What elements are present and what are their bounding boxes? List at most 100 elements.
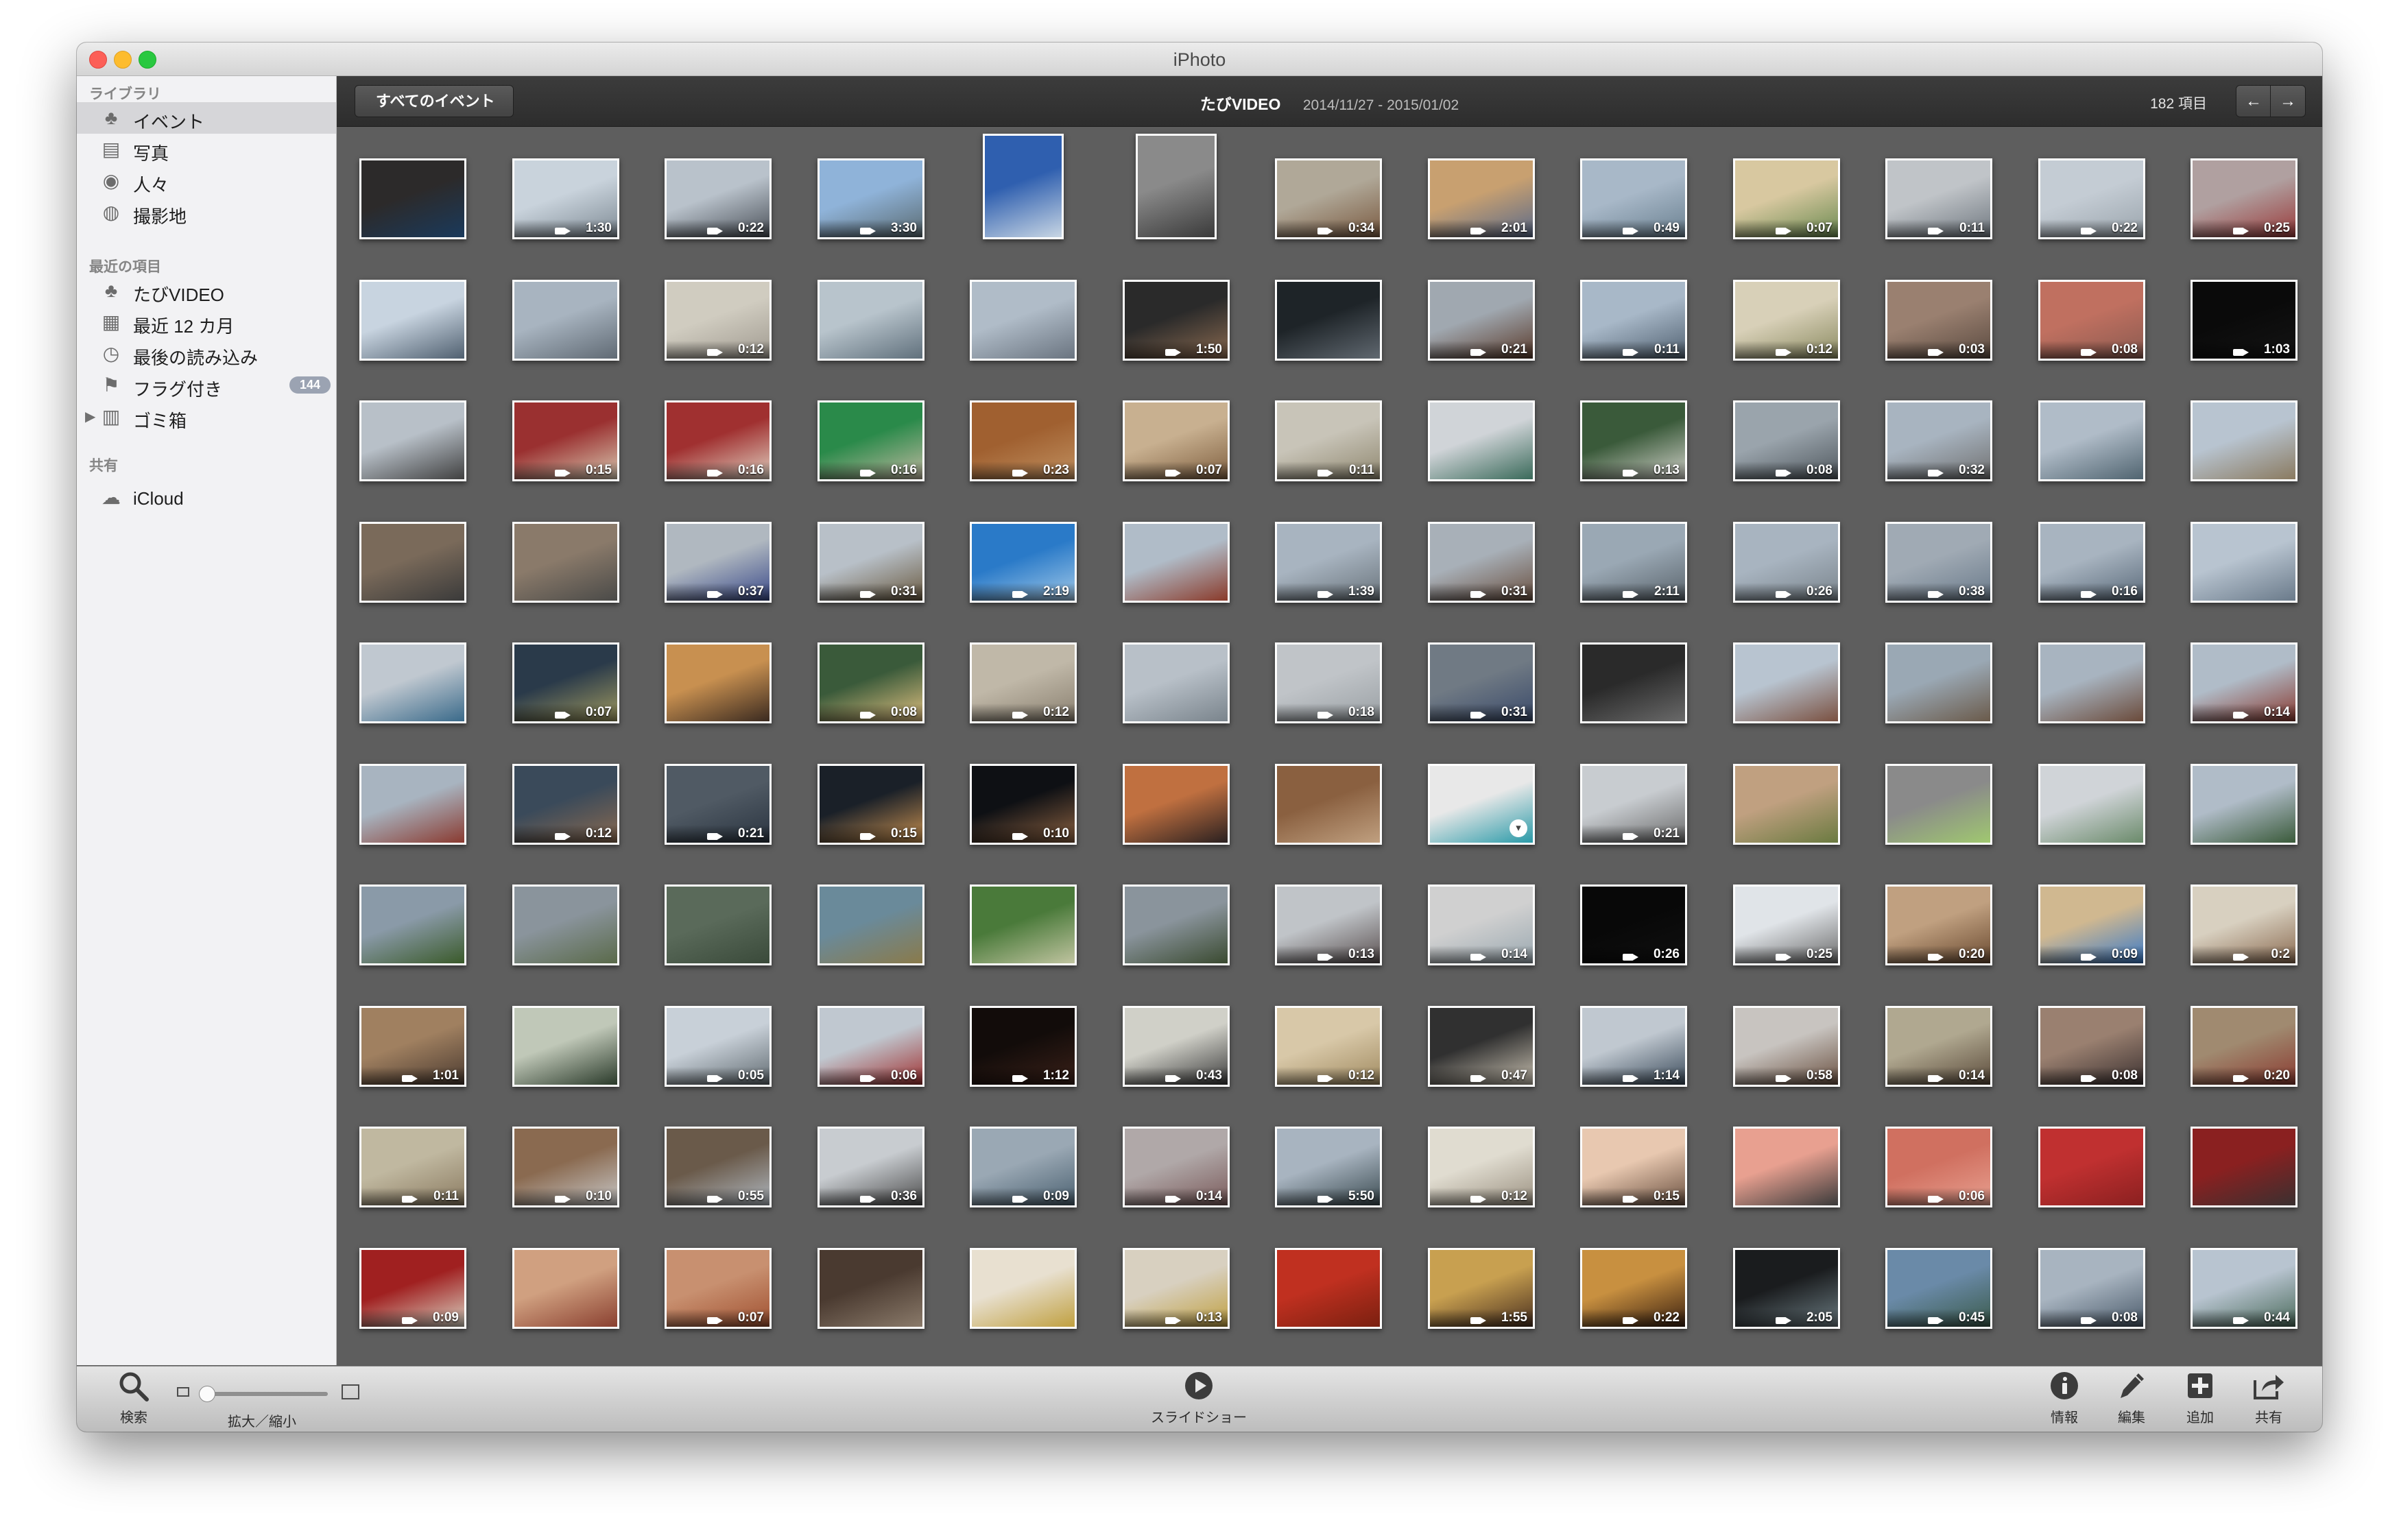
sidebar-item[interactable]: ◷ 最後の読み込み bbox=[77, 338, 336, 370]
photo-thumbnail[interactable] bbox=[359, 280, 466, 361]
video-thumbnail[interactable]: 0:12 bbox=[1275, 1006, 1382, 1087]
video-thumbnail[interactable]: 0:43 bbox=[1123, 1006, 1230, 1087]
video-thumbnail[interactable]: 0:08 bbox=[2038, 280, 2145, 361]
photo-thumbnail[interactable] bbox=[359, 158, 466, 239]
photo-thumbnail[interactable] bbox=[1123, 885, 1230, 965]
video-thumbnail[interactable]: 1:50 bbox=[1123, 280, 1230, 361]
video-thumbnail[interactable]: 0:14 bbox=[1123, 1127, 1230, 1207]
video-thumbnail[interactable]: 2:01 bbox=[1428, 158, 1535, 239]
video-thumbnail[interactable]: 1:39 bbox=[1275, 522, 1382, 603]
photo-thumbnail[interactable] bbox=[1885, 642, 1992, 723]
video-thumbnail[interactable]: 0:13 bbox=[1580, 400, 1687, 481]
video-thumbnail[interactable]: 0:47 bbox=[1428, 1006, 1535, 1087]
video-thumbnail[interactable]: 0:08 bbox=[2038, 1006, 2145, 1087]
video-thumbnail[interactable]: 0:2 bbox=[2191, 885, 2297, 965]
video-thumbnail[interactable]: 0:16 bbox=[665, 400, 772, 481]
video-thumbnail[interactable]: 0:11 bbox=[359, 1127, 466, 1207]
sidebar-item[interactable]: ▶ ▥ ゴミ箱 bbox=[77, 401, 336, 433]
video-thumbnail[interactable]: 0:21 bbox=[1580, 764, 1687, 845]
video-thumbnail[interactable]: 0:20 bbox=[1885, 885, 1992, 965]
video-thumbnail[interactable]: 0:49 bbox=[1580, 158, 1687, 239]
photo-thumbnail[interactable] bbox=[1733, 642, 1840, 723]
zoom-slider-knob[interactable] bbox=[199, 1386, 215, 1402]
video-thumbnail[interactable]: 2:11 bbox=[1580, 522, 1687, 603]
video-thumbnail[interactable]: 0:08 bbox=[2038, 1248, 2145, 1329]
photo-thumbnail[interactable] bbox=[1428, 400, 1535, 481]
video-thumbnail[interactable]: 0:07 bbox=[1733, 158, 1840, 239]
video-thumbnail[interactable]: 0:15 bbox=[1580, 1127, 1687, 1207]
search-button[interactable]: 検索 bbox=[104, 1371, 163, 1426]
video-thumbnail[interactable]: 0:08 bbox=[1733, 400, 1840, 481]
video-thumbnail[interactable]: 0:14 bbox=[1885, 1006, 1992, 1087]
photo-thumbnail[interactable] bbox=[1275, 764, 1382, 845]
photo-thumbnail[interactable] bbox=[665, 885, 772, 965]
video-thumbnail[interactable]: 0:03 bbox=[1885, 280, 1992, 361]
video-thumbnail[interactable]: 0:22 bbox=[1580, 1248, 1687, 1329]
slideshow-button[interactable]: スライドショー bbox=[1144, 1371, 1254, 1426]
photo-thumbnail[interactable] bbox=[1136, 134, 1217, 239]
video-thumbnail[interactable]: 0:09 bbox=[359, 1248, 466, 1329]
video-thumbnail[interactable]: 0:21 bbox=[665, 764, 772, 845]
video-thumbnail[interactable]: 0:16 bbox=[2038, 522, 2145, 603]
photo-thumbnail[interactable] bbox=[512, 885, 619, 965]
zoom-slider-track[interactable] bbox=[199, 1392, 328, 1396]
video-thumbnail[interactable]: 0:13 bbox=[1275, 885, 1382, 965]
video-thumbnail[interactable]: 0:26 bbox=[1733, 522, 1840, 603]
photo-thumbnail[interactable] bbox=[1733, 764, 1840, 845]
video-thumbnail[interactable]: 0:22 bbox=[2038, 158, 2145, 239]
video-thumbnail[interactable]: 1:03 bbox=[2191, 280, 2297, 361]
video-thumbnail[interactable]: 0:31 bbox=[817, 522, 924, 603]
video-thumbnail[interactable]: 1:30 bbox=[512, 158, 619, 239]
video-thumbnail[interactable]: 0:45 bbox=[1885, 1248, 1992, 1329]
video-thumbnail[interactable]: 0:55 bbox=[665, 1127, 772, 1207]
photo-thumbnail[interactable] bbox=[983, 134, 1064, 239]
photo-thumbnail[interactable] bbox=[817, 1248, 924, 1329]
video-thumbnail[interactable]: 1:12 bbox=[970, 1006, 1077, 1087]
photo-thumbnail[interactable] bbox=[359, 642, 466, 723]
video-thumbnail[interactable]: 5:50 bbox=[1275, 1127, 1382, 1207]
video-thumbnail[interactable]: 0:09 bbox=[2038, 885, 2145, 965]
photo-thumbnail[interactable] bbox=[1580, 642, 1687, 723]
photo-thumbnail[interactable] bbox=[1123, 642, 1230, 723]
video-thumbnail[interactable]: 0:18 bbox=[1275, 642, 1382, 723]
photo-thumbnail[interactable] bbox=[1733, 1127, 1840, 1207]
video-thumbnail[interactable]: 2:05 bbox=[1733, 1248, 1840, 1329]
edit-button[interactable]: 編集 bbox=[2104, 1371, 2159, 1426]
sidebar-item[interactable]: ♣ たびVIDEO bbox=[77, 275, 336, 306]
video-thumbnail[interactable]: 0:38 bbox=[1885, 522, 1992, 603]
disclosure-triangle-icon[interactable]: ▶ bbox=[85, 408, 95, 425]
video-thumbnail[interactable]: 0:58 bbox=[1733, 1006, 1840, 1087]
video-thumbnail[interactable]: 0:22 bbox=[665, 158, 772, 239]
photo-thumbnail[interactable] bbox=[1885, 764, 1992, 845]
video-thumbnail[interactable]: 0:15 bbox=[817, 764, 924, 845]
video-thumbnail[interactable]: 0:09 bbox=[970, 1127, 1077, 1207]
photo-thumbnail[interactable] bbox=[2038, 1127, 2145, 1207]
photo-thumbnail[interactable] bbox=[2191, 400, 2297, 481]
video-thumbnail[interactable]: 0:26 bbox=[1580, 885, 1687, 965]
photo-thumbnail[interactable] bbox=[2191, 764, 2297, 845]
video-thumbnail[interactable]: 0:12 bbox=[1733, 280, 1840, 361]
previous-event-button[interactable]: ← bbox=[2236, 85, 2271, 117]
video-thumbnail[interactable]: 0:14 bbox=[2191, 642, 2297, 723]
photo-thumbnail[interactable] bbox=[817, 280, 924, 361]
video-thumbnail[interactable]: 1:01 bbox=[359, 1006, 466, 1087]
dropdown-badge-icon[interactable]: ▾ bbox=[1509, 819, 1527, 837]
video-thumbnail[interactable]: 0:21 bbox=[1428, 280, 1535, 361]
video-thumbnail[interactable]: 0:08 bbox=[817, 642, 924, 723]
zoom-slider[interactable] bbox=[177, 1384, 362, 1405]
photo-thumbnail[interactable] bbox=[970, 885, 1077, 965]
video-thumbnail[interactable]: 0:34 bbox=[1275, 158, 1382, 239]
video-thumbnail[interactable]: 0:11 bbox=[1580, 280, 1687, 361]
video-thumbnail[interactable]: 0:37 bbox=[665, 522, 772, 603]
video-thumbnail[interactable]: 0:31 bbox=[1428, 522, 1535, 603]
photo-thumbnail[interactable] bbox=[970, 1248, 1077, 1329]
video-thumbnail[interactable]: 0:31 bbox=[1428, 642, 1535, 723]
video-thumbnail[interactable]: 0:12 bbox=[512, 764, 619, 845]
photo-thumbnail[interactable] bbox=[1275, 1248, 1382, 1329]
video-thumbnail[interactable]: 0:14 bbox=[1428, 885, 1535, 965]
add-button[interactable]: 追加 bbox=[2173, 1371, 2228, 1426]
video-thumbnail[interactable]: 0:16 bbox=[817, 400, 924, 481]
photo-thumbnail[interactable] bbox=[1123, 764, 1230, 845]
video-thumbnail[interactable]: 0:12 bbox=[1428, 1127, 1535, 1207]
video-thumbnail[interactable]: 0:07 bbox=[1123, 400, 1230, 481]
